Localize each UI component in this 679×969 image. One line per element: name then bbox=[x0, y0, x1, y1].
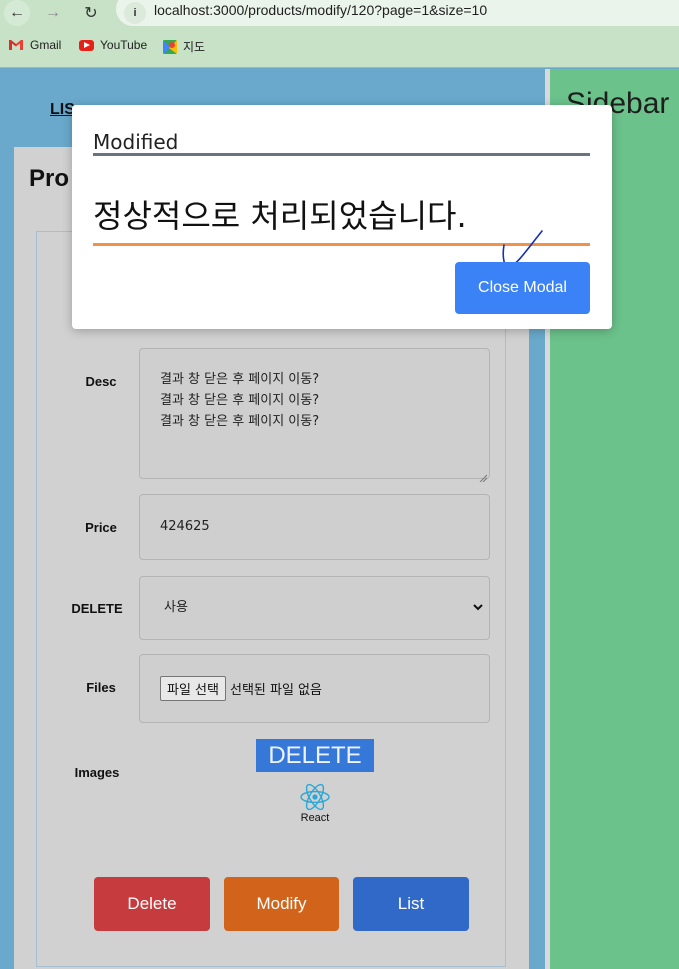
site-info-icon[interactable]: i bbox=[124, 2, 146, 24]
desc-line: 결과 창 닫은 후 페이지 이동? bbox=[160, 414, 320, 429]
forward-button[interactable]: → bbox=[40, 0, 66, 26]
desc-textarea[interactable]: 결과 창 닫은 후 페이지 이동? 결과 창 닫은 후 페이지 이동? 결과 창… bbox=[139, 348, 490, 483]
modal-title-divider bbox=[93, 153, 590, 156]
youtube-icon bbox=[79, 39, 94, 51]
bookmark-maps[interactable]: 지도 bbox=[163, 38, 205, 55]
delete-label: DELETE bbox=[71, 601, 123, 616]
images-label: Images bbox=[74, 765, 120, 780]
desc-line: 결과 창 닫은 후 페이지 이동? bbox=[160, 393, 320, 408]
back-button[interactable]: ← bbox=[4, 0, 30, 26]
arrow-right-icon: → bbox=[45, 4, 61, 21]
modal-message: 정상적으로 처리되었습니다. bbox=[93, 197, 467, 235]
resize-handle-icon[interactable] bbox=[479, 468, 488, 483]
file-status: 선택된 파일 없음 bbox=[229, 683, 322, 698]
arrow-left-icon: ← bbox=[9, 4, 25, 21]
bookmarks-bar: Gmail YouTube 지도 bbox=[0, 26, 679, 68]
page-title: Pro bbox=[29, 165, 70, 192]
bookmark-gmail[interactable]: Gmail bbox=[8, 38, 61, 52]
image-caption: React bbox=[300, 812, 330, 824]
bookmark-youtube[interactable]: YouTube bbox=[79, 38, 147, 52]
bookmark-label: 지도 bbox=[183, 40, 206, 54]
reload-button[interactable]: ↻ bbox=[78, 0, 104, 26]
bookmark-label: YouTube bbox=[100, 38, 148, 52]
bookmark-label: Gmail bbox=[30, 38, 62, 52]
delete-select[interactable]: 사용 bbox=[139, 576, 490, 640]
modify-button[interactable]: Modify bbox=[224, 877, 339, 931]
url-text: localhost:3000/products/modify/120?page=… bbox=[154, 2, 488, 18]
desc-line: 결과 창 닫은 후 페이지 이동? bbox=[160, 372, 320, 387]
gmail-icon bbox=[8, 39, 24, 51]
files-input[interactable]: 파일 선택 선택된 파일 없음 bbox=[139, 654, 490, 723]
list-button[interactable]: List bbox=[353, 877, 469, 931]
price-input[interactable]: 424625 bbox=[139, 494, 490, 560]
react-logo-icon bbox=[299, 781, 331, 813]
files-label: Files bbox=[86, 680, 116, 695]
price-label: Price bbox=[85, 520, 117, 535]
delete-select-value: 사용 bbox=[164, 600, 188, 615]
modal-title: Modified bbox=[93, 130, 179, 154]
desc-label: Desc bbox=[85, 374, 117, 389]
browser-toolbar: ← → ↻ i localhost:3000/products/modify/1… bbox=[0, 0, 679, 26]
reload-icon: ↻ bbox=[84, 5, 98, 22]
close-modal-button[interactable]: Close Modal bbox=[455, 262, 590, 314]
choose-file-button[interactable]: 파일 선택 bbox=[160, 676, 226, 701]
maps-icon bbox=[163, 39, 177, 54]
delete-button[interactable]: Delete bbox=[94, 877, 210, 931]
image-delete-button[interactable]: DELETE bbox=[256, 739, 374, 772]
address-bar[interactable]: i localhost:3000/products/modify/120?pag… bbox=[116, 0, 679, 26]
result-modal: Modified 정상적으로 처리되었습니다. Close Modal bbox=[72, 105, 612, 329]
product-form: Desc 결과 창 닫은 후 페이지 이동? 결과 창 닫은 후 페이지 이동?… bbox=[36, 226, 506, 967]
